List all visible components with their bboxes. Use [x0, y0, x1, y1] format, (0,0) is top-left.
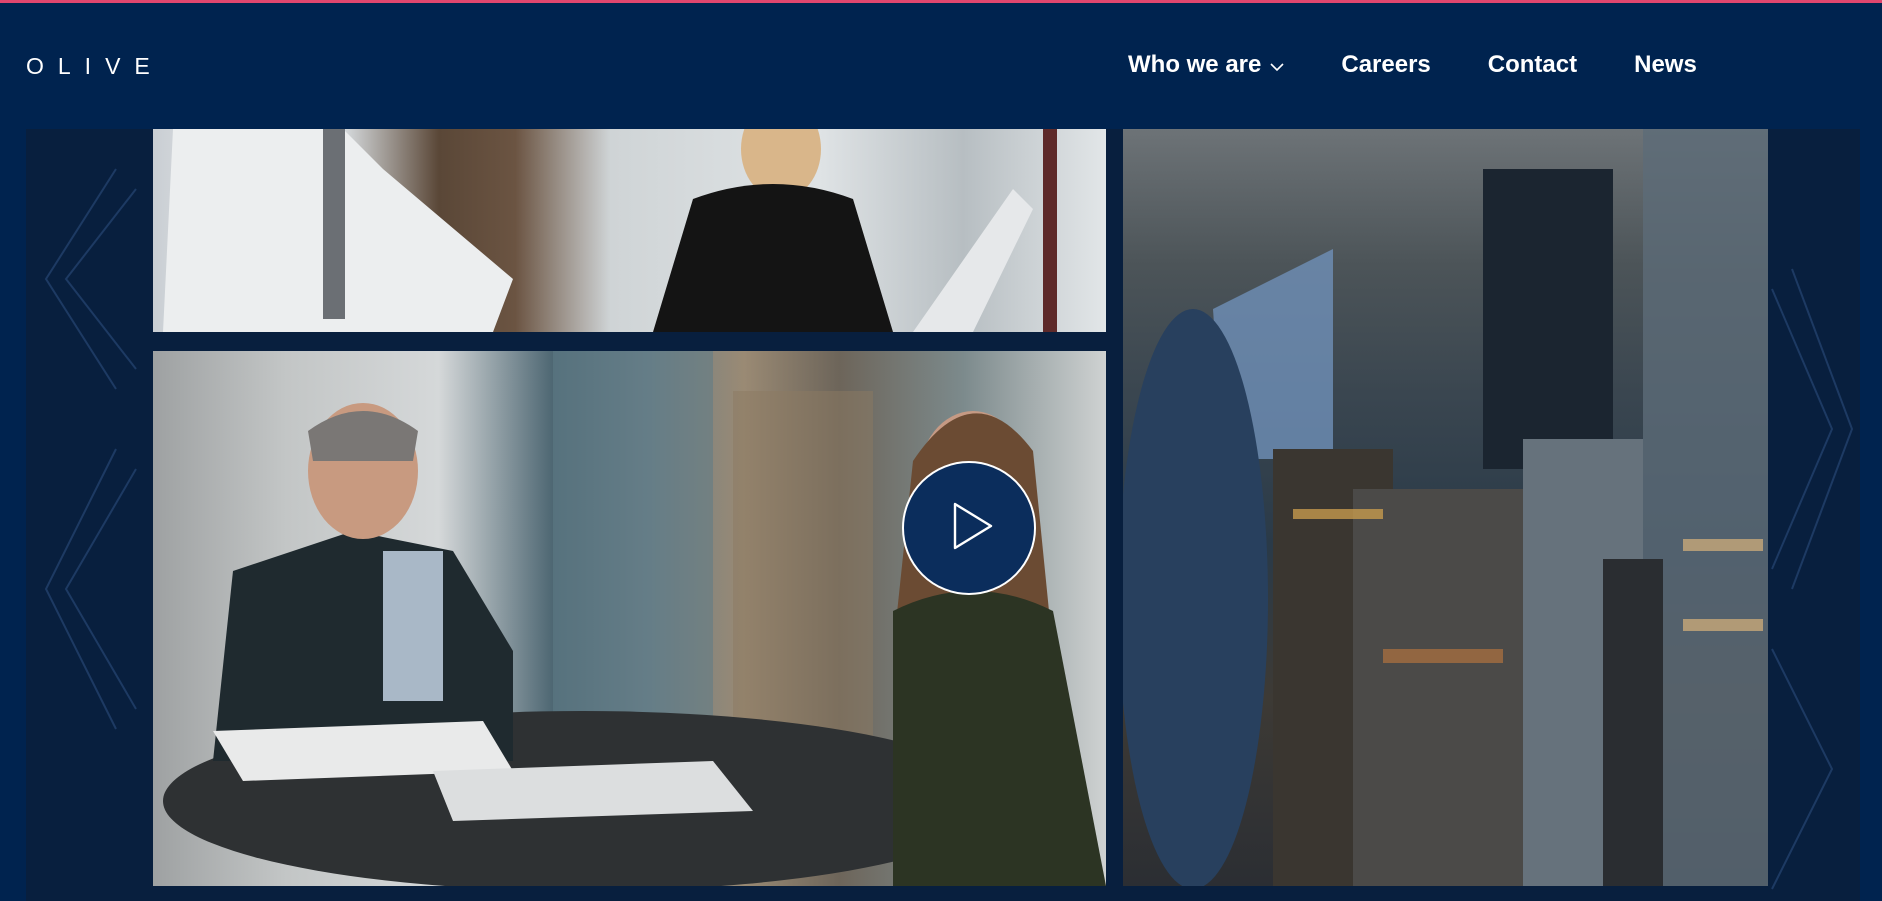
nav-item-news[interactable]: News: [1634, 51, 1697, 79]
play-icon: [939, 496, 999, 561]
decorative-pattern-left: [44, 168, 137, 730]
nav-item-who-we-are[interactable]: Who we are: [1128, 51, 1284, 79]
nav-item-contact[interactable]: Contact: [1488, 51, 1577, 79]
site-header: OLIVE Who we are Careers Contact News: [0, 3, 1882, 129]
main-nav: Who we are Careers Contact News: [1128, 51, 1697, 79]
nav-item-label: Who we are: [1128, 51, 1262, 78]
desk-conversation-image: [153, 351, 1106, 886]
chevron-down-icon: [1270, 51, 1284, 79]
office-meeting-image: [153, 129, 1106, 332]
site-logo[interactable]: OLIVE: [26, 53, 164, 80]
nav-item-careers[interactable]: Careers: [1341, 51, 1430, 79]
decorative-pattern-right: [1771, 268, 1854, 890]
play-video-button[interactable]: [902, 461, 1036, 595]
hero-video-section: [26, 129, 1860, 901]
london-skyline-image: [1123, 129, 1768, 886]
